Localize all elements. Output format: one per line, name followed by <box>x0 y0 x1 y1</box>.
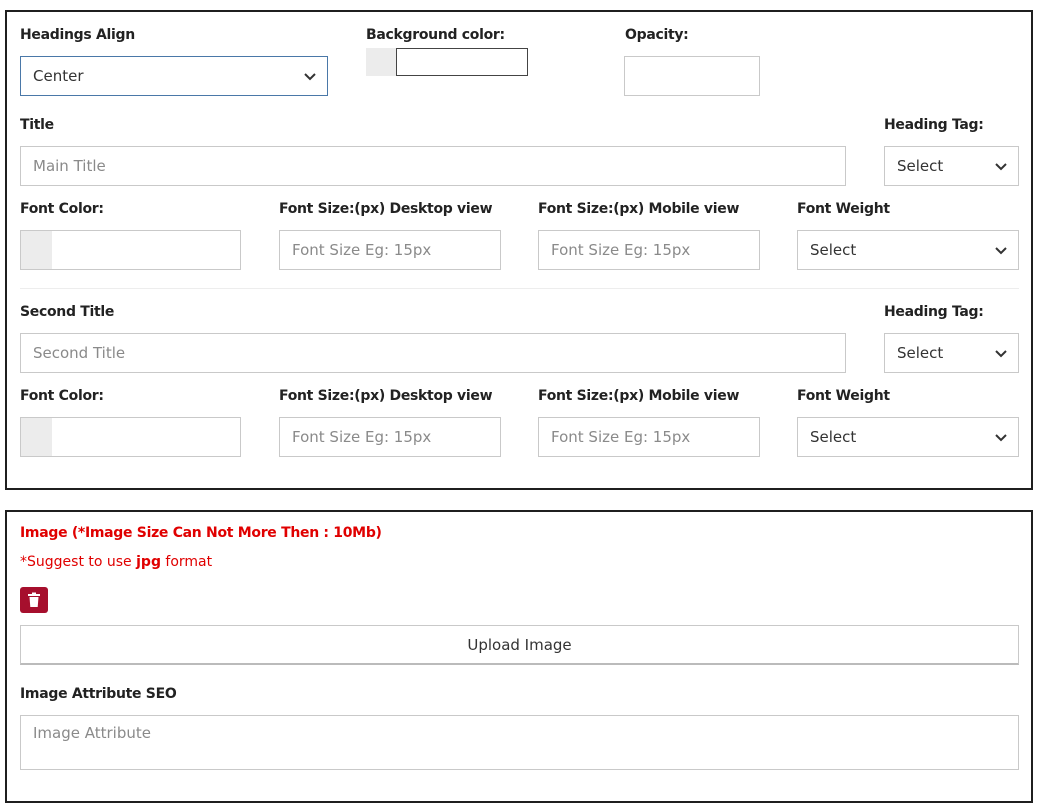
second-font-weight-select[interactable]: Select <box>797 417 1019 457</box>
chevron-down-icon <box>995 350 1007 358</box>
trash-icon <box>28 592 40 607</box>
second-font-size-mobile-input[interactable] <box>538 417 760 457</box>
font-size-mobile-label: Font Size:(px) Mobile view <box>538 201 740 217</box>
background-color-label: Background color: <box>366 27 505 43</box>
chevron-down-icon <box>995 247 1007 255</box>
second-font-size-desktop-input[interactable] <box>279 417 501 457</box>
second-font-weight-label: Font Weight <box>797 388 890 404</box>
chevron-down-icon <box>995 163 1007 171</box>
heading-tag-value: Select <box>897 157 944 175</box>
font-color-label: Font Color: <box>20 201 104 217</box>
second-heading-tag-select[interactable]: Select <box>884 333 1019 373</box>
chevron-down-icon <box>995 434 1007 442</box>
font-weight-label: Font Weight <box>797 201 890 217</box>
title-label: Title <box>20 117 54 133</box>
heading-tag-label: Heading Tag: <box>884 117 984 133</box>
headings-align-label: Headings Align <box>20 27 135 43</box>
second-title-input[interactable] <box>20 333 846 373</box>
font-size-desktop-input[interactable] <box>279 230 501 270</box>
font-weight-value: Select <box>810 241 857 259</box>
headings-align-value: Center <box>33 67 84 85</box>
second-title-label: Second Title <box>20 304 115 320</box>
image-attribute-textarea[interactable] <box>20 715 1019 770</box>
background-color-input[interactable] <box>396 48 528 76</box>
image-size-label: Image (*Image Size Can Not More Then : 1… <box>20 525 382 541</box>
second-font-color-swatch[interactable] <box>21 418 52 456</box>
opacity-label: Opacity: <box>625 27 689 43</box>
second-font-weight-value: Select <box>810 428 857 446</box>
format-suggestion-prefix: *Suggest to use <box>20 554 137 570</box>
font-weight-select[interactable]: Select <box>797 230 1019 270</box>
section-divider <box>20 288 1019 289</box>
opacity-input[interactable] <box>624 56 760 96</box>
upload-image-button[interactable]: Upload Image <box>20 625 1019 665</box>
format-suggestion: *Suggest to use jpg format <box>20 554 212 570</box>
format-suggestion-format: jpg <box>136 554 161 570</box>
font-size-mobile-input[interactable] <box>538 230 760 270</box>
headings-align-select[interactable]: Center <box>20 56 328 96</box>
format-suggestion-suffix: format <box>160 554 213 570</box>
second-font-size-mobile-label: Font Size:(px) Mobile view <box>538 388 740 404</box>
second-font-color-picker[interactable] <box>20 417 241 457</box>
background-color-swatch[interactable] <box>366 48 397 76</box>
image-attribute-seo-label: Image Attribute SEO <box>20 686 177 702</box>
second-heading-tag-value: Select <box>897 344 944 362</box>
font-size-desktop-label: Font Size:(px) Desktop view <box>279 201 493 217</box>
font-color-swatch[interactable] <box>21 231 52 269</box>
title-input[interactable] <box>20 146 846 186</box>
second-font-color-label: Font Color: <box>20 388 104 404</box>
chevron-down-icon <box>304 73 316 81</box>
font-color-picker[interactable] <box>20 230 241 270</box>
delete-image-button[interactable] <box>20 587 48 613</box>
second-heading-tag-label: Heading Tag: <box>884 304 984 320</box>
second-font-size-desktop-label: Font Size:(px) Desktop view <box>279 388 493 404</box>
heading-tag-select[interactable]: Select <box>884 146 1019 186</box>
